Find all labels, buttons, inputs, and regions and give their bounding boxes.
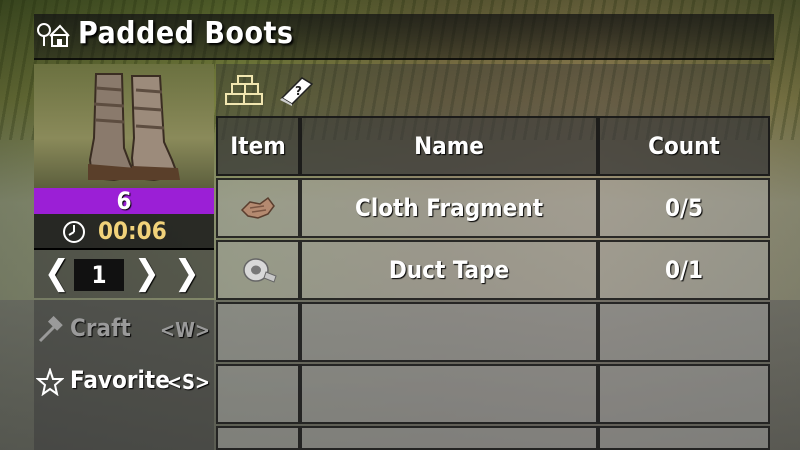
- favorite-hotkey: <S>: [166, 370, 210, 394]
- craft-timer: 00:06: [34, 214, 214, 250]
- cloth-fragment-icon: [240, 196, 275, 219]
- svg-text:?: ?: [295, 84, 302, 98]
- padded-boots-icon: [88, 73, 180, 182]
- empty-cell: [598, 302, 770, 362]
- row-name: Cloth Fragment: [300, 178, 598, 238]
- favorite-label: Favorite: [70, 366, 170, 394]
- craft-label: Craft: [70, 314, 131, 342]
- quantity-value[interactable]: 1: [74, 259, 124, 291]
- item-preview: [34, 64, 214, 188]
- quantity-stepper: ❮ 1 ❯ ❯: [34, 250, 214, 298]
- table-row-empty: [216, 426, 770, 450]
- duct-tape-icon: [243, 258, 277, 283]
- table-row[interactable]: Duct Tape 0/1: [216, 240, 770, 300]
- table-row-empty: [216, 302, 770, 362]
- craft-hotkey: <W>: [159, 318, 210, 342]
- page-title: Padded Boots: [78, 16, 294, 51]
- star-icon: [36, 368, 64, 396]
- empty-cell: [300, 426, 598, 450]
- craft-button[interactable]: Craft <W>: [34, 310, 214, 350]
- craft-time-text: 00:06: [98, 217, 167, 245]
- empty-cell: [216, 302, 300, 362]
- decrease-quantity-button[interactable]: ❮: [44, 256, 70, 290]
- table-row[interactable]: Cloth Fragment 0/5: [216, 178, 770, 238]
- header-item: Item: [216, 116, 300, 176]
- recipe-book-icon[interactable]: ?: [276, 74, 316, 106]
- row-name: Duct Tape: [300, 240, 598, 300]
- empty-cell: [300, 364, 598, 424]
- row-item-cell: [216, 178, 300, 238]
- empty-cell: [300, 302, 598, 362]
- empty-cell: [216, 426, 300, 450]
- table-header: Item Name Count: [216, 116, 770, 176]
- recipe-detail-panel: 6 00:06 ❮ 1 ❯ ❯ Craft <W> Favorite <S>: [34, 64, 214, 450]
- hammer-icon: [38, 316, 63, 343]
- header-count: Count: [598, 116, 770, 176]
- clock-icon: [63, 221, 85, 243]
- bricks-icon[interactable]: [224, 74, 264, 106]
- favorite-button[interactable]: Favorite <S>: [34, 362, 214, 402]
- empty-cell: [598, 364, 770, 424]
- row-count: 0/5: [598, 178, 770, 238]
- craft-count: 6: [34, 188, 214, 214]
- recipe-tabs: ?: [216, 64, 770, 116]
- house-tree-icon: [37, 23, 70, 47]
- increase-quantity-button[interactable]: ❯: [134, 256, 160, 290]
- action-list: Craft <W> Favorite <S>: [34, 300, 214, 450]
- empty-cell: [216, 364, 300, 424]
- window-header: Padded Boots: [34, 14, 774, 60]
- header-name: Name: [300, 116, 598, 176]
- row-item-cell: [216, 240, 300, 300]
- max-quantity-button[interactable]: ❯: [174, 256, 200, 290]
- empty-cell: [598, 426, 770, 450]
- row-count: 0/1: [598, 240, 770, 300]
- table-row-empty: [216, 364, 770, 424]
